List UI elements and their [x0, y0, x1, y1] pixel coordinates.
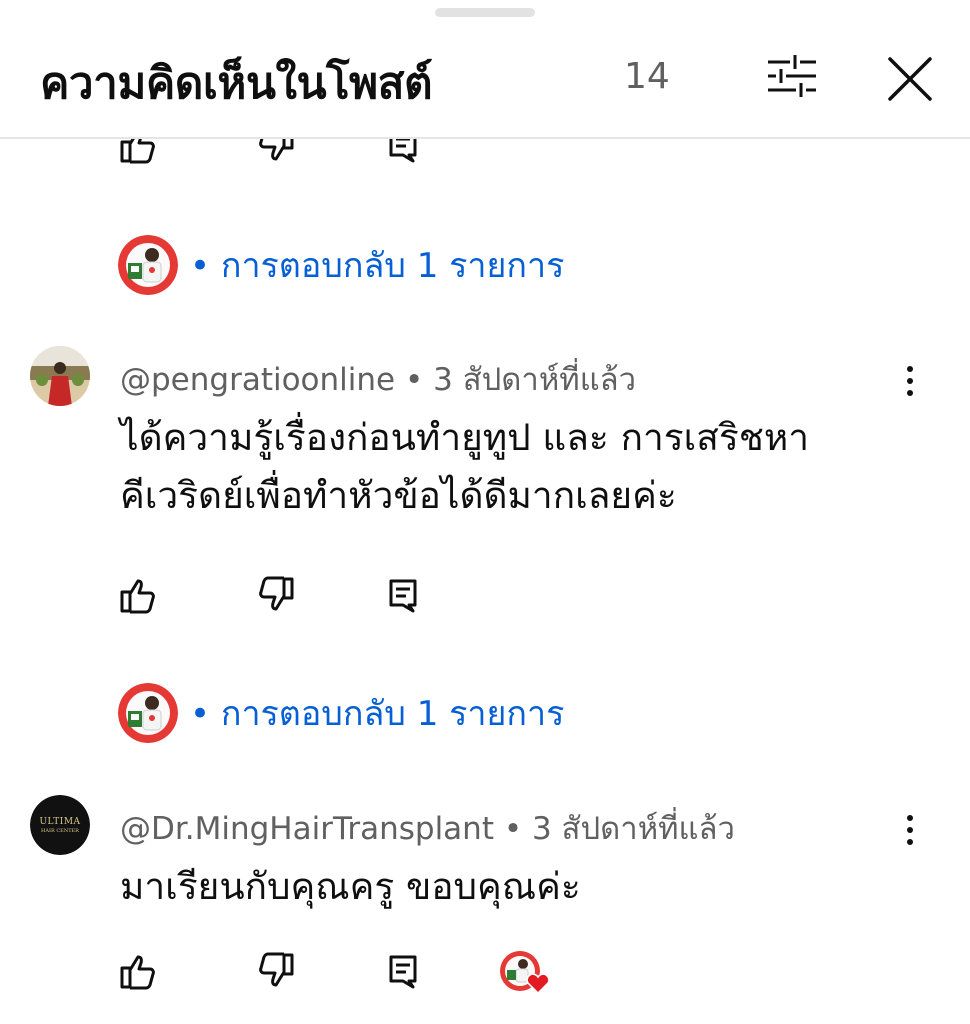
comment-text-line: มาเรียนกับคุณครู ขอบคุณค่ะ: [120, 865, 581, 908]
logo-text: ULTIMA: [39, 816, 81, 827]
comment-actions: [118, 575, 558, 615]
comment-text: ได้ความรู้เรื่องก่อนทำยูทูป และ การเสริช…: [120, 409, 900, 525]
dislike-button[interactable]: [256, 575, 296, 615]
view-replies-link[interactable]: • การตอบกลับ 1 รายการ: [190, 686, 564, 740]
reply-comment-icon: [389, 579, 417, 613]
page-title: ความคิดเห็นในโพสต์: [40, 58, 433, 109]
comment-actions: [118, 139, 558, 165]
comment-text-line: คีเวริดย์เพื่อทำหัวข้อได้ดีมากเลยค่ะ: [120, 474, 677, 517]
author-name[interactable]: @Dr.MingHairTransplant: [120, 811, 494, 847]
comments-header: ความคิดเห็นในโพสต์ 14: [0, 20, 970, 139]
thumbs-down-icon: [259, 139, 294, 161]
filter-button[interactable]: [766, 54, 818, 98]
comments-list[interactable]: • การตอบกลับ 1 รายการ @pengratioonline •…: [0, 139, 970, 1024]
dislike-button[interactable]: [256, 139, 296, 165]
like-button[interactable]: [118, 575, 158, 615]
reply-comment-icon: [389, 139, 417, 163]
view-replies-row[interactable]: • การตอบกลับ 1 รายการ: [118, 683, 564, 743]
comment-meta: @Dr.MingHairTransplant • 3 สัปดาห์ที่แล้…: [120, 803, 735, 853]
logo-subtext: HAIR CENTER: [41, 827, 79, 834]
close-icon: [888, 57, 932, 101]
author-name[interactable]: @pengratioonline: [120, 362, 395, 398]
thumbs-up-icon: [120, 955, 155, 990]
creator-avatar: [118, 235, 178, 295]
reply-button[interactable]: [383, 575, 423, 615]
thumbs-down-icon: [259, 952, 294, 987]
creator-heart-icon: [500, 951, 550, 995]
avatar[interactable]: [30, 346, 90, 406]
thumbs-down-icon: [259, 576, 294, 611]
thumbs-up-icon: [120, 579, 155, 614]
reply-button[interactable]: [383, 139, 423, 165]
view-replies-row[interactable]: • การตอบกลับ 1 รายการ: [118, 235, 564, 295]
view-replies-link[interactable]: • การตอบกลับ 1 รายการ: [190, 238, 564, 292]
ultima-logo: ULTIMA HAIR CENTER: [30, 795, 90, 855]
sliders-icon: [768, 55, 816, 97]
more-options-button[interactable]: [898, 363, 922, 403]
comment-meta: @pengratioonline • 3 สัปดาห์ที่แล้ว: [120, 354, 636, 404]
more-options-button[interactable]: [898, 812, 922, 852]
comment-text-line: ได้ความรู้เรื่องก่อนทำยูทูป และ การเสริช…: [120, 416, 809, 459]
more-vert-icon: [907, 366, 913, 396]
reply-button[interactable]: [383, 951, 423, 991]
like-button[interactable]: [118, 951, 158, 991]
close-button[interactable]: [885, 54, 935, 104]
reply-comment-icon: [389, 955, 417, 989]
comment-text: มาเรียนกับคุณครู ขอบคุณค่ะ: [120, 858, 900, 916]
creator-heart-badge: [500, 951, 550, 995]
like-button[interactable]: [118, 139, 158, 165]
dislike-button[interactable]: [256, 951, 296, 991]
comment-time: • 3 สัปดาห์ที่แล้ว: [493, 811, 735, 847]
creator-avatar: [118, 683, 178, 743]
avatar[interactable]: ULTIMA HAIR CENTER: [30, 795, 90, 855]
comment-time: • 3 สัปดาห์ที่แล้ว: [395, 362, 637, 398]
more-vert-icon: [907, 815, 913, 845]
comment-count: 14: [624, 56, 670, 97]
drag-handle[interactable]: [435, 8, 535, 17]
comment-actions: [118, 951, 558, 995]
thumbs-up-icon: [120, 139, 155, 164]
